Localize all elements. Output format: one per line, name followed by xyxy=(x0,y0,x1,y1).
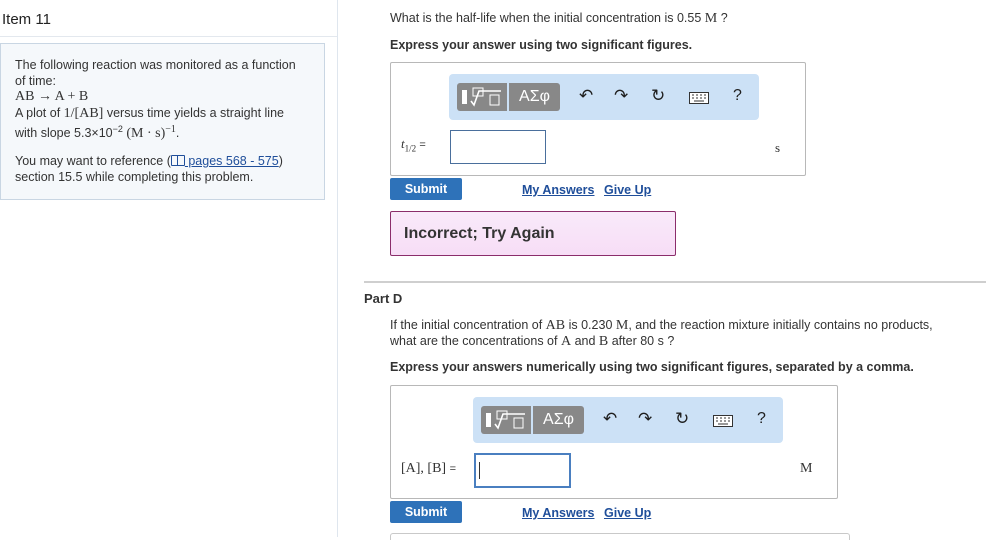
partd-q2c: and xyxy=(574,334,596,348)
partd-unit: M xyxy=(800,461,813,476)
partd-answer-box: ΑΣφ ↶ ↷ ↻ ? [A], [B] = M xyxy=(390,385,838,499)
undo-icon[interactable]: ↶ xyxy=(603,409,617,429)
partc-unit: s xyxy=(775,140,781,155)
partc-my-answers-link[interactable]: My Answers xyxy=(522,183,594,197)
partd-equals: = xyxy=(449,463,457,475)
partd-math-toolbar: ΑΣφ ↶ ↷ ↻ ? xyxy=(473,397,783,443)
partd-q2-species-b: B xyxy=(598,334,609,349)
partc-equals: = xyxy=(419,139,426,151)
plot-suffix: versus time yields a straight line xyxy=(106,106,284,120)
intro-line-1: The following reaction was monitored as … xyxy=(15,58,296,72)
help-icon[interactable]: ? xyxy=(733,86,742,106)
part-divider xyxy=(364,281,986,283)
partd-q2a: what are the concentrations of xyxy=(390,334,558,348)
partc-var-label: t1/2 = xyxy=(401,136,426,154)
partd-template-button[interactable] xyxy=(481,406,531,434)
redo-icon[interactable]: ↷ xyxy=(614,86,628,106)
sqrt-template-icon xyxy=(462,87,501,107)
plot-math: 1/[AB] xyxy=(63,106,104,121)
partc-greek-button[interactable]: ΑΣφ xyxy=(509,83,560,111)
half-life-input[interactable] xyxy=(450,130,546,164)
partd-question-line-1: If the initial concentration of AB is 0.… xyxy=(390,318,933,334)
partd-q2f: s ? xyxy=(657,334,675,348)
slope-units-exponent: −1 xyxy=(165,124,176,135)
partd-q2e: after 80 xyxy=(611,334,655,348)
partd-var-label: [A], [B] = xyxy=(401,461,456,477)
slope-units: (M · s) xyxy=(126,126,166,142)
partd-q1-unit: M xyxy=(615,318,629,333)
partd-q2-species-a: A xyxy=(560,334,572,349)
partc-template-group: ΑΣφ xyxy=(457,83,560,111)
partc-template-button[interactable] xyxy=(457,83,507,111)
feedback-message: Incorrect; Try Again xyxy=(404,225,555,242)
partd-q1e: , and the reaction mixture initially con… xyxy=(628,318,933,332)
partd-q1a: If the initial concentration of xyxy=(390,318,543,332)
slope-end: . xyxy=(175,126,180,141)
slope-exponent: −2 xyxy=(112,124,123,134)
sqrt-template-icon xyxy=(486,410,525,430)
slope-text: with slope 5.3×10 xyxy=(15,126,113,141)
reaction-equation: AB → A + B xyxy=(15,89,89,104)
plot-prefix: A plot of xyxy=(15,106,61,120)
book-icon xyxy=(170,155,185,166)
item-title: Item 11 xyxy=(2,11,51,28)
partd-heading: Part D xyxy=(364,291,403,306)
partd-q1c: is 0.230 xyxy=(568,318,613,332)
keyboard-icon[interactable] xyxy=(713,415,733,430)
reference-prefix: You may want to reference ( xyxy=(15,154,171,168)
partd-submit-button[interactable]: Submit xyxy=(390,501,462,523)
partc-instruction: Express your answer using two significan… xyxy=(390,38,693,52)
reference-suffix: ) xyxy=(278,154,283,168)
partd-question-line-2: what are the concentrations of A and B a… xyxy=(390,334,674,350)
reference-line-2: section 15.5 while completing this probl… xyxy=(15,170,254,184)
textbook-pages-link[interactable]: pages 568 - 575 xyxy=(170,154,279,168)
partc-question: What is the half-life when the initial c… xyxy=(390,11,728,27)
textbook-pages-label: pages 568 - 575 xyxy=(184,154,279,168)
partc-math-toolbar: ΑΣφ ↶ ↷ ↻ ? xyxy=(449,74,759,120)
partc-submit-button[interactable]: Submit xyxy=(390,178,462,200)
partd-q1-species: AB xyxy=(545,318,566,333)
partd-give-up-link[interactable]: Give Up xyxy=(604,506,651,520)
reset-icon[interactable]: ↻ xyxy=(651,86,665,106)
feedback-incorrect-box: Incorrect; Try Again xyxy=(390,211,676,256)
help-icon[interactable]: ? xyxy=(757,409,766,429)
partd-template-group: ΑΣφ xyxy=(481,406,584,434)
intro-line-2: of time: xyxy=(15,74,56,88)
partc-question-prefix: What is the half-life when the initial c… xyxy=(390,11,702,25)
problem-intro-box: The following reaction was monitored as … xyxy=(0,43,325,200)
partc-give-up-link[interactable]: Give Up xyxy=(604,183,651,197)
partc-answer-box: ΑΣφ ↶ ↷ ↻ ? t1/2 = s xyxy=(390,62,806,176)
partd-greek-button[interactable]: ΑΣφ xyxy=(533,406,584,434)
partc-question-unit: M xyxy=(704,11,718,26)
intro-plot-line: A plot of 1/[AB] versus time yields a st… xyxy=(15,105,284,122)
undo-icon[interactable]: ↶ xyxy=(579,86,593,106)
concentrations-input[interactable] xyxy=(474,453,571,488)
redo-icon[interactable]: ↷ xyxy=(638,409,652,429)
keyboard-icon[interactable] xyxy=(689,92,709,107)
reference-line: You may want to reference ( pages 568 - … xyxy=(15,153,283,169)
slope-line: with slope 5.3×10−2 (M · s)−1. xyxy=(15,121,179,142)
reset-icon[interactable]: ↻ xyxy=(675,409,689,429)
text-cursor xyxy=(479,462,480,479)
partc-var-sub: 1/2 xyxy=(404,143,417,154)
left-panel: Item 11 The following reaction was monit… xyxy=(0,0,338,537)
partd-var-name: [A], [B] xyxy=(401,461,447,476)
partd-instruction: Express your answers numerically using t… xyxy=(390,360,914,374)
partc-question-suffix: ? xyxy=(717,11,728,25)
left-divider xyxy=(0,36,337,37)
partd-my-answers-link[interactable]: My Answers xyxy=(522,506,594,520)
